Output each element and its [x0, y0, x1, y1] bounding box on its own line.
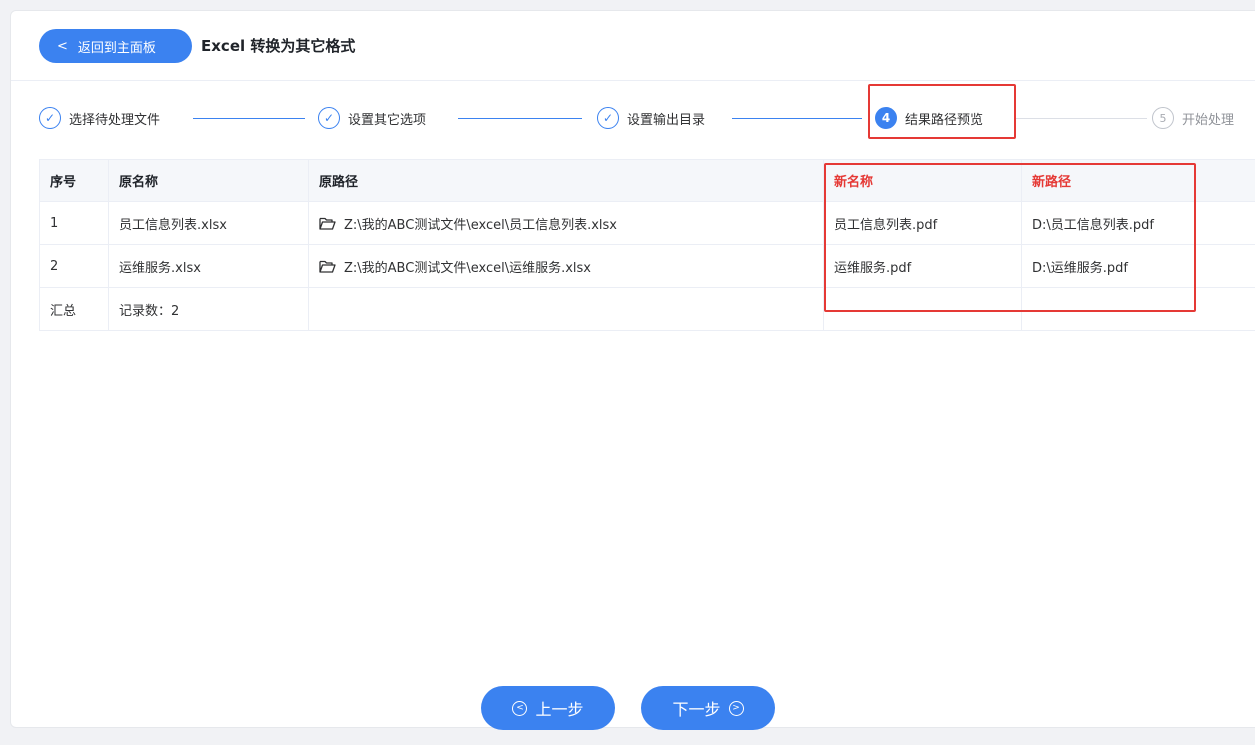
step-connector: [1016, 118, 1147, 119]
summary-label: 汇总: [39, 288, 109, 330]
step-label: 设置输出目录: [627, 112, 706, 128]
page-title: Excel 转换为其它格式: [201, 37, 356, 55]
original-name: 员工信息列表.xlsx: [109, 202, 309, 244]
chevron-left-circle-icon: <: [512, 700, 528, 716]
folder-open-icon[interactable]: [319, 260, 336, 273]
original-path: Z:\我的ABC测试文件\excel\员工信息列表.xlsx: [309, 202, 824, 244]
check-icon: ✓: [597, 107, 619, 129]
original-name: 运维服务.xlsx: [109, 245, 309, 287]
chevron-left-icon: <: [57, 38, 68, 54]
step-2[interactable]: ✓ 设置其它选项: [318, 107, 426, 129]
next-step-button[interactable]: 下一步 >: [641, 686, 775, 730]
column-header-index: 序号: [39, 160, 109, 201]
step-label: 设置其它选项: [348, 112, 427, 128]
folder-open-icon[interactable]: [319, 217, 336, 230]
next-button-label: 下一步: [672, 700, 721, 719]
highlight-box-step: [868, 84, 1016, 139]
step-5[interactable]: 5 开始处理: [1152, 107, 1234, 129]
header: < 返回到主面板 Excel 转换为其它格式: [11, 11, 1255, 81]
back-to-dashboard-button[interactable]: < 返回到主面板: [39, 29, 192, 63]
column-header-path: 原路径: [309, 160, 824, 201]
column-header-name: 原名称: [109, 160, 309, 201]
prev-button-label: 上一步: [535, 700, 584, 719]
step-label: 开始处理: [1182, 112, 1235, 128]
record-count: 记录数：2: [109, 288, 309, 330]
step-connector: [193, 118, 305, 119]
chevron-right-circle-icon: >: [728, 700, 744, 716]
step-3[interactable]: ✓ 设置输出目录: [597, 107, 705, 129]
back-button-label: 返回到主面板: [77, 40, 156, 56]
main-panel: < 返回到主面板 Excel 转换为其它格式 ✓ 选择待处理文件 ✓ 设置其它选…: [10, 10, 1255, 730]
original-path-text: Z:\我的ABC测试文件\excel\员工信息列表.xlsx: [344, 217, 617, 233]
stepper: ✓ 选择待处理文件 ✓ 设置其它选项 ✓ 设置输出目录 4 结果路径预览 5 开…: [11, 97, 1255, 141]
step-1[interactable]: ✓ 选择待处理文件: [39, 107, 160, 129]
check-icon: ✓: [318, 107, 340, 129]
row-index: 1: [39, 202, 109, 244]
highlight-box-new-columns: [824, 163, 1196, 312]
row-index: 2: [39, 245, 109, 287]
empty-cell: [309, 288, 824, 330]
step-label: 选择待处理文件: [69, 112, 161, 128]
original-path: Z:\我的ABC测试文件\excel\运维服务.xlsx: [309, 245, 824, 287]
step-connector: [458, 118, 582, 119]
step-number-badge: 5: [1152, 107, 1174, 129]
step-connector: [732, 118, 862, 119]
check-icon: ✓: [39, 107, 61, 129]
original-path-text: Z:\我的ABC测试文件\excel\运维服务.xlsx: [344, 260, 591, 276]
prev-step-button[interactable]: < 上一步: [481, 686, 615, 730]
